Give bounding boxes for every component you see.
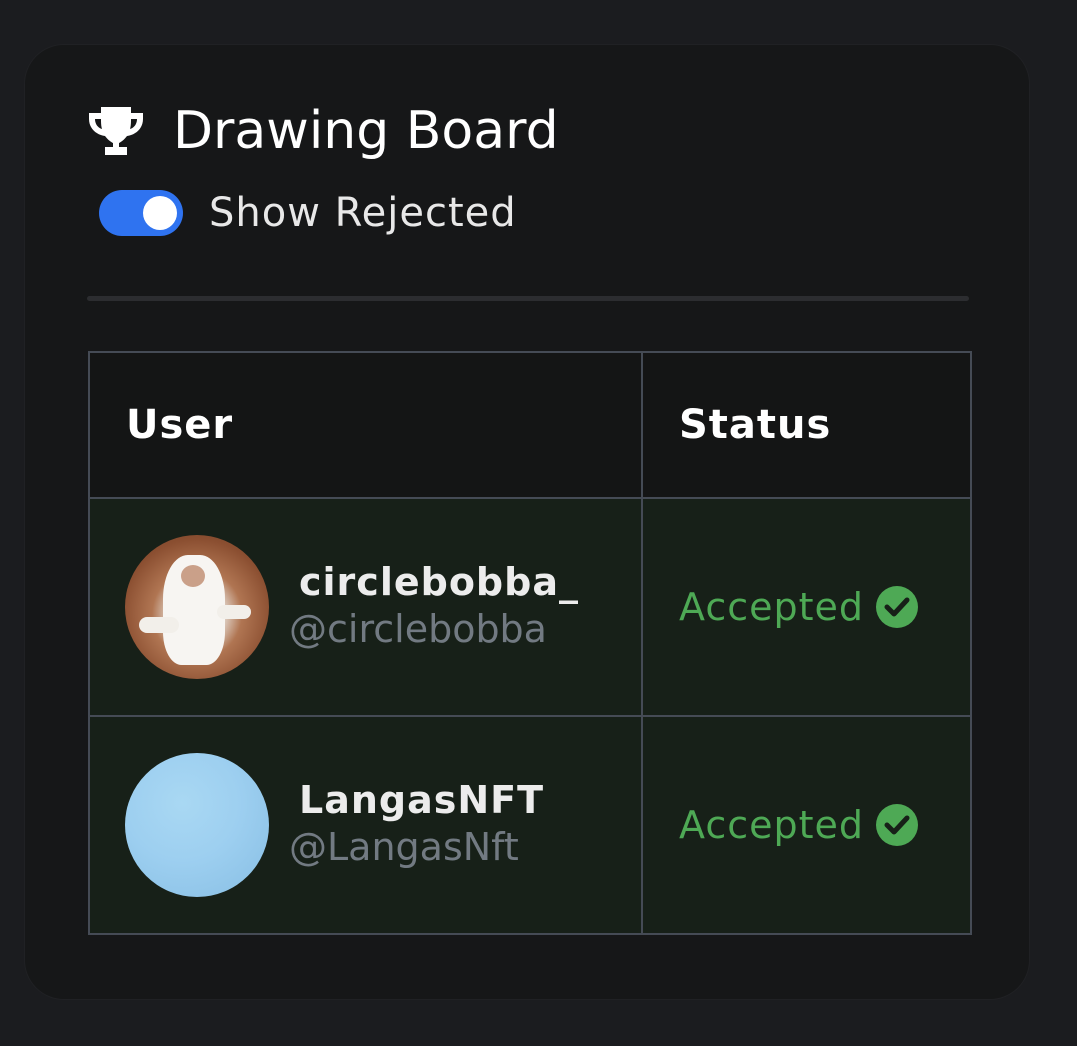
users-table: User Status circlebobba_ @circlebobba Ac… <box>88 351 972 935</box>
drawing-board-card: Drawing Board Show Rejected User Status <box>24 44 1030 1000</box>
avatar[interactable] <box>125 753 269 897</box>
column-header-status: Status <box>641 351 972 499</box>
display-name[interactable]: LangasNFT <box>299 778 544 824</box>
status-cell: Accepted <box>641 497 972 717</box>
column-header-user: User <box>88 351 643 499</box>
user-cell: circlebobba_ @circlebobba <box>88 497 643 717</box>
table-header-row: User Status <box>88 351 972 499</box>
trophy-icon <box>87 101 147 161</box>
status-text: Accepted <box>679 585 865 629</box>
show-rejected-toggle[interactable] <box>99 190 183 236</box>
card-title: Drawing Board <box>173 101 559 161</box>
card-header: Drawing Board <box>87 99 559 163</box>
check-circle-icon <box>876 804 919 846</box>
divider <box>87 296 969 301</box>
show-rejected-row: Show Rejected <box>99 187 517 239</box>
table-row[interactable]: LangasNFT @LangasNft Accepted <box>88 715 972 935</box>
user-handle[interactable]: @circlebobba <box>289 606 579 654</box>
avatar[interactable] <box>125 535 269 679</box>
toggle-knob <box>143 196 177 230</box>
status-text: Accepted <box>679 803 865 847</box>
user-handle[interactable]: @LangasNft <box>289 824 544 872</box>
check-circle-icon <box>876 586 919 628</box>
status-cell: Accepted <box>641 715 972 935</box>
show-rejected-label[interactable]: Show Rejected <box>209 190 517 236</box>
table-row[interactable]: circlebobba_ @circlebobba Accepted <box>88 497 972 717</box>
display-name[interactable]: circlebobba_ <box>299 560 579 606</box>
user-cell: LangasNFT @LangasNft <box>88 715 643 935</box>
